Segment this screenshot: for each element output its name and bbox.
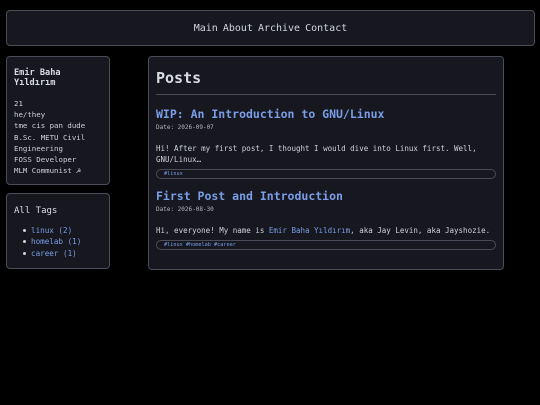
nav-link-archive[interactable]: Archive [258,23,300,34]
author-link[interactable]: Emir Baha Yıldırım [269,226,350,235]
tag-link-homelab[interactable]: homelab (1) [23,236,103,247]
profile-politics: MLM Communist ☭ [14,166,81,176]
profile-identity: tme cis pan dude [14,121,86,131]
post-tags[interactable]: #linux #homelab #career [156,240,496,250]
page-title: Posts [156,69,202,87]
post-tags[interactable]: #linux [156,169,496,179]
post-item: WIP: An Introduction to GNU/Linux Date: … [156,107,496,179]
post-date: Date: 2026-09-07 [156,124,214,131]
profile-degree: B.Sc. METU Civil [14,132,86,142]
post-title-link[interactable]: First Post and Introduction [156,189,496,203]
excerpt-text: Hi, everyone! My name is [156,226,269,235]
tag-link-career[interactable]: career (1) [23,248,103,259]
nav-link-contact[interactable]: Contact [305,23,347,34]
post-excerpt: Hi, everyone! My name is Emir Baha Yıldı… [156,225,496,236]
profile-role: FOSS Developer [14,155,77,165]
profile-name: Emir Baha Yıldırım [14,68,61,88]
top-navbar: Main About Archive Contact [6,10,535,46]
tag-list: linux (2) homelab (1) career (1) [14,225,103,259]
post-title-link[interactable]: WIP: An Introduction to GNU/Linux [156,107,496,121]
tag-link-linux[interactable]: linux (2) [23,225,103,236]
profile-degree-field: Engineering [14,143,63,153]
profile-age: 21 [14,99,23,108]
all-tags-card: All Tags linux (2) homelab (1) career (1… [6,193,110,269]
profile-card: Emir Baha Yıldırım 21 he/they tme cis pa… [6,56,110,185]
nav-links: Main About Archive Contact [194,23,348,34]
post-item: First Post and Introduction Date: 2026-0… [156,189,496,250]
title-divider [156,94,496,95]
posts-panel: Posts WIP: An Introduction to GNU/Linux … [148,56,504,270]
post-date: Date: 2026-08-30 [156,206,214,213]
post-excerpt: Hi! After my first post, I thought I wou… [156,144,477,164]
nav-link-about[interactable]: About [223,23,253,34]
all-tags-heading: All Tags [14,206,58,216]
nav-link-main[interactable]: Main [194,23,218,34]
profile-pronouns: he/they [14,110,46,120]
excerpt-text: , aka Jay Levin, aka Jayshozie. [350,226,491,235]
